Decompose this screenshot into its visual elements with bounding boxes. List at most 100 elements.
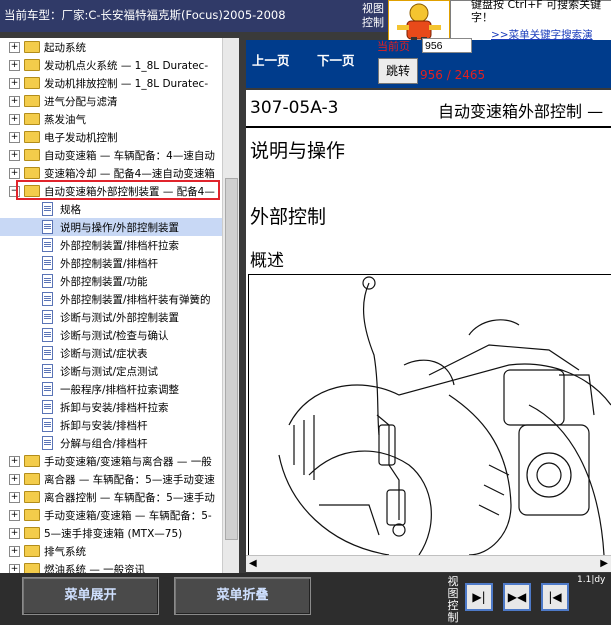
page-navigation: 上一页 下一页 当前页 跳转 956 / 2465 [246, 38, 611, 88]
tree-scrollbar[interactable] [222, 38, 239, 573]
tree-folder-item[interactable]: + 排气系统 [0, 542, 222, 560]
tree-leaf-item[interactable]: 外部控制装置/排档杆装有弹簧的 [0, 290, 222, 308]
tree-folder-item[interactable]: + 自动变速箱 — 车辆配备：4—速自动 [0, 146, 222, 164]
transmission-diagram [278, 276, 611, 555]
expand-icon[interactable]: + [9, 132, 20, 143]
show-right-icon[interactable]: ▶| [465, 583, 493, 611]
expand-icon[interactable]: + [9, 96, 20, 107]
scrollbar-thumb[interactable] [225, 178, 238, 540]
folder-icon [24, 473, 40, 485]
next-page-button[interactable]: 下一页 [317, 50, 355, 69]
tree-item-label: 进气分配与滤清 [44, 96, 118, 108]
tree-item-label: 诊断与测试/定点测试 [60, 366, 159, 378]
tree-item-label: 5—速手排变速箱 (MTX—75) [44, 528, 183, 540]
expand-icon[interactable]: + [9, 492, 20, 503]
tree-leaf-item[interactable]: 分解与组合/排档杆 [0, 434, 222, 452]
tree-item-label: 外部控制装置/排档杆 [60, 258, 159, 270]
folder-icon [24, 491, 40, 503]
document-icon [42, 292, 53, 306]
tree-item-label: 手动变速箱/变速箱与离合器 — 一般 [44, 456, 212, 468]
document-icon [42, 202, 53, 216]
expand-icon[interactable]: + [9, 60, 20, 71]
view-control-label[interactable]: 视图控制 [360, 2, 386, 30]
menu-tree: + 起动系统 + 发动机点火系统 — 1_8L Duratec- + 发动机排放控制 — … [0, 38, 222, 573]
page-number-input[interactable] [422, 38, 472, 53]
tree-item-label: 外部控制装置/排档杆装有弹簧的 [60, 294, 211, 306]
tree-item-label: 说明与操作/外部控制装置 [60, 222, 180, 234]
tree-item-label: 蒸发油气 [44, 114, 86, 126]
expand-icon[interactable]: + [9, 78, 20, 89]
folder-icon [24, 95, 40, 107]
tree-folder-item[interactable]: + 进气分配与滤清 [0, 92, 222, 110]
tree-leaf-item[interactable]: 拆卸与安装/排档杆拉索 [0, 398, 222, 416]
expand-icon[interactable]: + [9, 456, 20, 467]
tree-folder-item[interactable]: + 起动系统 [0, 38, 222, 56]
prev-page-button[interactable]: 上一页 [252, 50, 290, 69]
expand-icon[interactable]: + [9, 114, 20, 125]
tree-leaf-item[interactable]: 外部控制装置/排档杆拉索 [0, 236, 222, 254]
jump-button[interactable]: 跳转 [378, 58, 418, 84]
tree-leaf-item[interactable]: 规格 [0, 200, 222, 218]
tree-item-label: 外部控制装置/功能 [60, 276, 148, 288]
tree-folder-item[interactable]: + 手动变速箱/变速箱与离合器 — 一般 [0, 452, 222, 470]
expand-icon[interactable]: + [9, 168, 20, 179]
tree-item-label: 诊断与测试/外部控制装置 [60, 312, 180, 324]
tree-leaf-item[interactable]: 外部控制装置/功能 [0, 272, 222, 290]
menu-collapse-button[interactable]: 菜单折叠 [174, 577, 311, 615]
current-page-label: 当前页 [377, 40, 410, 53]
folder-icon [24, 41, 40, 53]
folder-icon [24, 113, 40, 125]
tree-leaf-item[interactable]: 诊断与测试/外部控制装置 [0, 308, 222, 326]
horizontal-scrollbar[interactable]: ◀ ▶ [246, 555, 611, 572]
folder-icon [24, 527, 40, 539]
tree-leaf-item[interactable]: 说明与操作/外部控制装置 [0, 218, 222, 236]
tree-item-label: 自动变速箱 — 车辆配备：4—速自动 [44, 150, 215, 162]
tree-folder-item[interactable]: +5—速手排变速箱 (MTX—75) [0, 524, 222, 542]
document-icon [42, 310, 53, 324]
tree-folder-item[interactable]: + 蒸发油气 [0, 110, 222, 128]
document-viewer: 307-05A-3 自动变速箱外部控制 — 说明与操作 外部控制 概述 [246, 90, 611, 555]
tree-item-label: 拆卸与安装/排档杆拉索 [60, 402, 169, 414]
folder-icon [24, 509, 40, 521]
tree-item-label: 发动机点火系统 — 1_8L Duratec- [44, 60, 209, 72]
tree-item-label: 燃油系统 — 一般资讯 [44, 564, 146, 573]
divider [246, 126, 611, 128]
tree-folder-item[interactable]: + 电子发动机控制 [0, 128, 222, 146]
tree-item-label: 离合器 — 车辆配备：5—速手动变速 [44, 474, 215, 486]
tree-leaf-item[interactable]: 一般程序/排档杆拉索调整 [0, 380, 222, 398]
expand-icon[interactable]: + [9, 510, 20, 521]
tree-leaf-item[interactable]: 诊断与测试/定点测试 [0, 362, 222, 380]
expand-icon[interactable]: + [9, 528, 20, 539]
tree-leaf-item[interactable]: 拆卸与安装/排档杆 [0, 416, 222, 434]
tree-item-label: 排气系统 [44, 546, 86, 558]
tree-item-label: 电子发动机控制 [44, 132, 118, 144]
tree-item-label: 外部控制装置/排档杆拉索 [60, 240, 180, 252]
tree-leaf-item[interactable]: 诊断与测试/症状表 [0, 344, 222, 362]
scroll-right-icon[interactable]: ▶ [600, 558, 608, 569]
tree-leaf-item[interactable]: 诊断与测试/检查与确认 [0, 326, 222, 344]
split-view-icon[interactable]: ▶◀ [503, 583, 531, 611]
view-control-label: 视图控制 [447, 575, 459, 624]
tree-folder-item[interactable]: + 发动机排放控制 — 1_8L Duratec- [0, 74, 222, 92]
document-icon [42, 220, 53, 234]
search-tip-text: 键盘按 Ctrl+F 可搜索关键字！ [471, 0, 602, 24]
document-icon [42, 364, 53, 378]
expand-icon[interactable]: + [9, 150, 20, 161]
tree-folder-item[interactable]: + 手动变速箱/变速箱 — 车辆配备：5- [0, 506, 222, 524]
expand-icon[interactable]: + [9, 564, 20, 573]
expand-icon[interactable]: + [9, 546, 20, 557]
tree-folder-item[interactable]: + 离合器 — 车辆配备：5—速手动变速 [0, 470, 222, 488]
expand-icon[interactable]: + [9, 474, 20, 485]
tree-folder-item[interactable]: + 发动机点火系统 — 1_8L Duratec- [0, 56, 222, 74]
tip-box: 键盘按 Ctrl+F 可搜索关键字！ >>菜单关键字搜索演 [450, 0, 611, 42]
folder-icon [24, 77, 40, 89]
expand-icon[interactable]: + [9, 42, 20, 53]
version-text: 1.1|dy [577, 575, 606, 585]
show-left-icon[interactable]: |◀ [541, 583, 569, 611]
tree-leaf-item[interactable]: 外部控制装置/排档杆 [0, 254, 222, 272]
document-icon [42, 238, 53, 252]
menu-expand-button[interactable]: 菜单展开 [22, 577, 159, 615]
tree-folder-item[interactable]: + 离合器控制 — 车辆配备：5—速手动 [0, 488, 222, 506]
tree-folder-item[interactable]: + 燃油系统 — 一般资讯 [0, 560, 222, 573]
scroll-left-icon[interactable]: ◀ [249, 558, 257, 569]
